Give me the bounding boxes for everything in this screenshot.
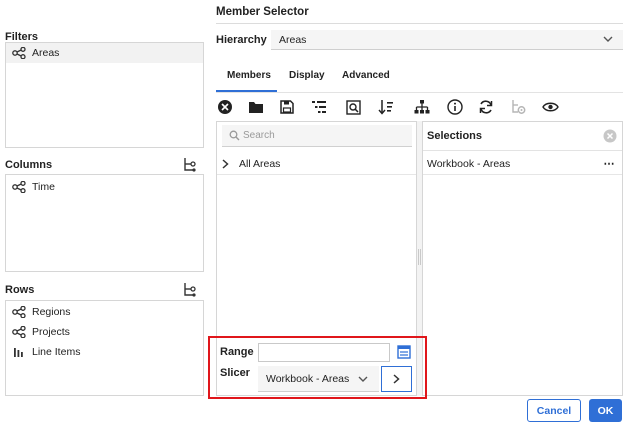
- search-icon: [229, 130, 240, 141]
- ok-button[interactable]: OK: [589, 399, 622, 422]
- tree-node-label: All Areas: [239, 158, 281, 170]
- columns-pivot-icon[interactable]: [182, 157, 196, 173]
- clear-icon[interactable]: [216, 98, 234, 116]
- cancel-button[interactable]: Cancel: [527, 399, 581, 422]
- columns-panel: Time: [5, 174, 204, 272]
- row-item-line-items[interactable]: Line Items: [6, 342, 203, 362]
- hierarchy-icon: [12, 306, 26, 318]
- more-options-icon[interactable]: ⋯: [604, 157, 616, 170]
- refresh-icon[interactable]: [477, 98, 495, 116]
- selector-title: Member Selector: [216, 6, 309, 18]
- splitter-grip: [418, 249, 421, 265]
- hierarchy-tree-icon[interactable]: [413, 98, 431, 116]
- selections-title: Selections: [427, 130, 483, 142]
- selection-item-label: Workbook - Areas: [427, 158, 511, 170]
- search-box[interactable]: Search: [222, 125, 412, 147]
- row-item-regions[interactable]: Regions: [6, 302, 203, 322]
- column-item-label: Time: [32, 181, 55, 193]
- rows-pivot-icon[interactable]: [182, 282, 196, 298]
- folder-icon[interactable]: [247, 98, 265, 116]
- columns-title: Columns: [5, 159, 53, 171]
- filters-panel: Areas: [5, 42, 204, 148]
- hierarchy-value: Areas: [279, 34, 307, 46]
- tree-node-all-areas[interactable]: All Areas: [217, 153, 416, 175]
- search-placeholder: Search: [243, 130, 275, 141]
- filter-item-label: Areas: [32, 47, 60, 59]
- hierarchy-icon: [12, 181, 26, 193]
- tabs-divider: [216, 92, 623, 93]
- hierarchy-dropdown[interactable]: Areas: [271, 30, 623, 50]
- save-icon[interactable]: [278, 98, 296, 116]
- selection-item[interactable]: Workbook - Areas ⋯: [423, 153, 622, 175]
- title-divider: [216, 23, 623, 24]
- line-items-icon: [12, 346, 26, 358]
- filter-item-areas[interactable]: Areas: [6, 43, 203, 63]
- row-item-label: Line Items: [32, 346, 81, 358]
- find-icon[interactable]: [344, 98, 362, 116]
- hierarchy-label: Hierarchy: [216, 34, 267, 46]
- row-item-label: Projects: [32, 326, 70, 338]
- tab-display[interactable]: Display: [289, 70, 325, 81]
- highlight-box: [208, 336, 427, 399]
- chevron-down-icon: [603, 36, 613, 43]
- row-item-label: Regions: [32, 306, 71, 318]
- clear-selections-icon[interactable]: [603, 129, 617, 143]
- chevron-right-icon[interactable]: [222, 159, 229, 169]
- info-icon[interactable]: [446, 98, 464, 116]
- row-item-projects[interactable]: Projects: [6, 322, 203, 342]
- rows-panel: Regions Projects Line Items: [5, 300, 204, 396]
- hierarchy-icon: [12, 326, 26, 338]
- tab-members[interactable]: Members: [227, 70, 271, 81]
- pivot-settings-icon: [509, 98, 527, 116]
- hierarchy-icon: [12, 47, 26, 59]
- eye-icon[interactable]: [541, 98, 559, 116]
- selections-divider: [423, 150, 622, 151]
- column-item-time[interactable]: Time: [6, 177, 203, 197]
- tab-advanced[interactable]: Advanced: [342, 70, 390, 81]
- rows-title: Rows: [5, 284, 35, 296]
- filter-tree-icon[interactable]: [310, 98, 328, 116]
- sort-icon[interactable]: [377, 98, 395, 116]
